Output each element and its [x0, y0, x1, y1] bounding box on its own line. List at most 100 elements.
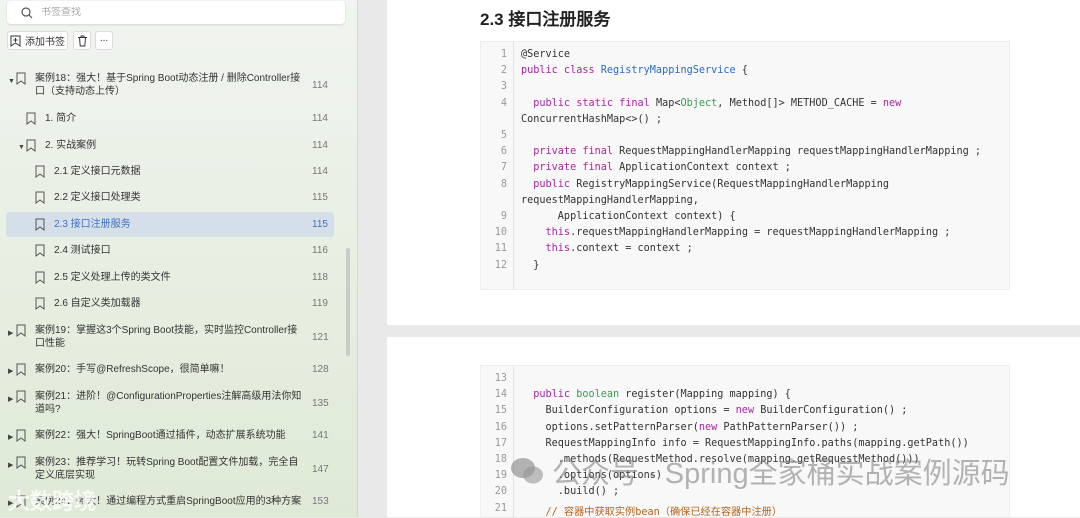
bookmark-label: 2.3 接口注册服务 — [54, 219, 131, 230]
bookmark-page-number: 141 — [312, 430, 329, 441]
code-line: public class RegistryMappingService { — [521, 65, 748, 76]
bookmark-search-input[interactable] — [41, 7, 321, 18]
code-token: // 容器中获取实例bean（确保已经在容器中注册） — [521, 506, 783, 518]
expand-toggle[interactable]: ▶ — [8, 431, 13, 444]
code-token: public — [521, 178, 577, 190]
code-token: @Service — [521, 49, 571, 60]
code-token: private final — [521, 162, 620, 174]
code-token: RegistryMappingService(RequestMappingHan… — [576, 178, 890, 190]
code-token: private final — [521, 146, 620, 158]
bookmark-sidebar: 添加书签 ... ▼ 案例18：强大！基于Spring Boot动态注册 / 删除… — [0, 0, 358, 517]
bookmark-icon — [26, 112, 36, 125]
code-token: BuilderConfiguration options = — [521, 405, 736, 417]
code-line: public RegistryMappingService(RequestMap… — [521, 179, 889, 190]
bookmark-label: 2.6 自定义类加载器 — [54, 298, 141, 309]
bookmark-label: 案例20：手写@RefreshScope，很简单嘛！ — [35, 364, 230, 375]
line-number: 2 — [500, 65, 507, 77]
code-line: RequestMappingInfo info = RequestMapping… — [521, 438, 969, 449]
bookmark-item[interactable]: ▼ 案例18：强大！基于Spring Boot动态注册 / 删除Controlle… — [0, 72, 340, 98]
code-token: } — [521, 259, 540, 271]
collapse-toggle[interactable]: ▼ — [18, 141, 25, 154]
code-token: ApplicationContext context) { — [521, 211, 736, 222]
search-icon — [21, 6, 33, 18]
line-number: 21 — [494, 502, 507, 514]
line-number: 4 — [500, 97, 507, 109]
code-block-2: 13 14 public boolean register(Mapping map… — [480, 365, 1010, 518]
corner-watermark: 大数跨境 — [8, 489, 97, 514]
code-token: boolean — [576, 389, 620, 401]
add-bookmark-label: 添加书签 — [25, 37, 65, 48]
line-number: 8 — [500, 178, 507, 190]
expand-toggle[interactable]: ▶ — [8, 327, 13, 340]
line-number: 5 — [500, 130, 507, 141]
wechat-icon — [511, 458, 543, 484]
bookmark-item[interactable]: 2.2 定义接口处理类 115 — [0, 191, 340, 204]
code-line: private final RequestMappingHandlerMappi… — [521, 146, 981, 157]
bookmark-item[interactable]: 2.6 自定义类加载器 119 — [0, 297, 340, 310]
bookmark-icon — [35, 244, 45, 257]
code-token: .context = context ; — [570, 243, 693, 255]
delete-bookmark-button[interactable] — [73, 31, 91, 50]
more-options-button[interactable]: ... — [95, 31, 113, 50]
line-number: 1 — [500, 49, 507, 60]
bookmark-item[interactable]: ▼ 2. 实战案例 114 — [0, 139, 340, 152]
bookmark-item[interactable]: ▶ 案例23：推荐学习！玩转Spring Boot配置文件加载，完全自定义底层实现… — [0, 456, 340, 482]
code-token: .requestMappingHandlerMapping = requestM… — [570, 227, 951, 239]
code-line: options.setPatternParser(new PathPattern… — [521, 421, 859, 433]
bookmark-page-number: 115 — [312, 192, 328, 203]
bookmark-icon — [16, 363, 26, 376]
line-number: 11 — [494, 243, 507, 255]
collapse-toggle[interactable]: ▼ — [8, 75, 15, 88]
bookmark-item[interactable]: ▶ 案例21：进阶！@ConfigurationProperties注解高级用法你… — [0, 390, 340, 416]
bookmark-item[interactable]: ▶ 案例19：掌握这3个Spring Boot技能，实时监控Controller接… — [0, 324, 340, 350]
code-line: private final ApplicationContext context… — [521, 162, 791, 173]
line-number: 9 — [500, 211, 507, 222]
code-line: // 容器中获取实例bean（确保已经在容器中注册） — [521, 503, 783, 518]
code-line: @Service — [521, 49, 570, 60]
bookmark-icon — [35, 297, 45, 310]
line-number: 19 — [494, 470, 507, 482]
code-token: ConcurrentHashMap<>() ; — [521, 113, 663, 125]
expand-toggle[interactable]: ▶ — [8, 365, 13, 378]
code-token: RegistryMappingService — [600, 65, 736, 77]
line-number: 13 — [494, 373, 507, 384]
line-number: 18 — [494, 454, 507, 465]
bookmark-item[interactable]: ▶ 案例22：强大！SpringBoot通过插件，动态扩展系统功能 141 — [0, 429, 340, 442]
expand-toggle[interactable]: ▶ — [8, 393, 13, 406]
bookmark-page-number: 128 — [312, 364, 329, 375]
code-line: BuilderConfiguration options = new Build… — [521, 405, 908, 417]
bookmark-item[interactable]: 2.4 测试接口 116 — [0, 244, 340, 257]
line-number: 14 — [494, 389, 507, 401]
bookmark-search[interactable] — [7, 1, 345, 24]
add-bookmark-button[interactable]: 添加书签 — [7, 31, 68, 50]
code-block-1: 1 @Service 2 public class RegistryMappingSe… — [480, 41, 1010, 290]
bookmark-item[interactable]: 2.3 接口注册服务 115 — [6, 212, 334, 237]
bookmark-page-number: 116 — [312, 245, 328, 256]
bookmark-label: 2.5 定义处理上传的类文件 — [54, 272, 171, 283]
bookmark-item[interactable]: 1. 简介 114 — [0, 112, 340, 125]
code-line: } — [521, 260, 539, 271]
bookmark-label: 2.1 定义接口元数据 — [54, 166, 141, 177]
code-token: , Method[]> METHOD_CACHE = — [717, 97, 883, 109]
line-number: 16 — [494, 421, 507, 433]
code-token: public — [521, 389, 577, 401]
bookmark-label: 2.4 测试接口 — [54, 245, 111, 256]
bookmark-item[interactable]: 2.5 定义处理上传的类文件 118 — [0, 271, 340, 284]
bookmark-item[interactable]: ▶ 案例20：手写@RefreshScope，很简单嘛！ 128 — [0, 363, 340, 376]
bookmark-page-number: 135 — [312, 398, 329, 409]
bookmark-icon — [35, 191, 45, 204]
expand-toggle[interactable]: ▶ — [8, 459, 13, 472]
bookmark-label: 案例21：进阶！@ConfigurationProperties注解高级用法你知… — [35, 391, 302, 415]
code-token: Map< — [655, 97, 681, 109]
bookmark-icon — [35, 271, 45, 284]
code-token: PathPatternParser()) ; — [717, 421, 859, 433]
bookmark-page-number: 114 — [312, 166, 328, 177]
bookmark-page-number: 121 — [312, 332, 329, 343]
line-number: 20 — [494, 486, 507, 498]
bookmark-label: 2. 实战案例 — [45, 140, 97, 151]
bookmark-page-number: 153 — [312, 496, 329, 507]
bookmark-item[interactable]: 2.1 定义接口元数据 114 — [0, 165, 340, 178]
code-token: register(Mapping mapping) { — [619, 389, 791, 401]
wechat-watermark-text: 公众号 · Spring全家桶实战案例源码 — [552, 458, 1010, 490]
sidebar-scrollbar[interactable] — [346, 248, 350, 356]
